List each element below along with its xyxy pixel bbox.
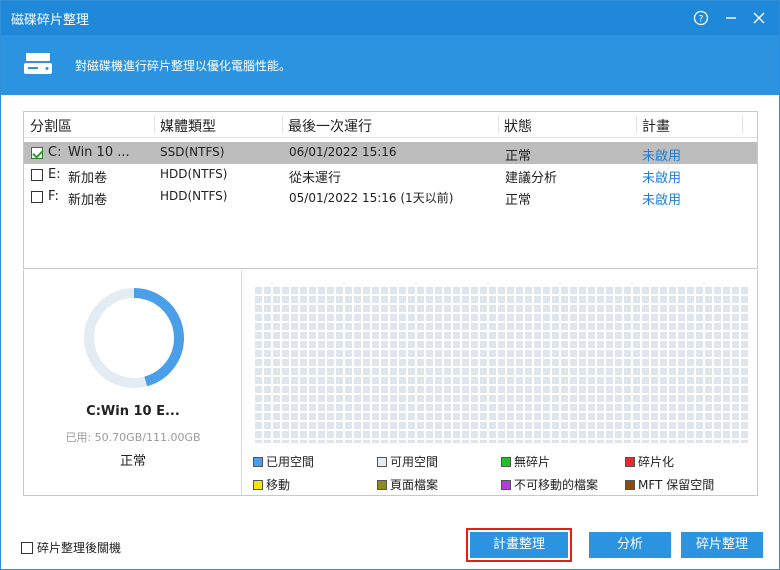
usage-donut-chart [84,288,184,388]
last-run: 06/01/2022 15:16 [289,145,397,159]
legend-moving: 移動 [253,476,290,493]
main-content: 分割區 媒體類型 最後一次運行 狀態 計畫 C: Win 10 ... SSD(… [1,95,779,569]
legend-swatch [377,480,387,490]
column-header-last-run[interactable]: 最後一次運行 [288,116,372,136]
legend-swatch [625,457,635,467]
drive-letter: C: [48,145,62,160]
row-checkbox[interactable] [31,147,43,159]
cluster-map [253,285,750,443]
cluster-map-panel: 已用空間 可用空間 無碎片 碎片化 移動 頁面檔案 不可移動的檔案 MFT 保留… [243,270,757,495]
legend-fragmented: 碎片化 [625,453,674,470]
analyze-button[interactable]: 分析 [589,532,671,558]
legend-swatch [501,480,511,490]
column-header-schedule[interactable]: 計畫 [642,116,670,136]
drive-letter: E: [48,167,61,182]
close-icon[interactable] [747,7,771,29]
schedule-link[interactable]: 未啟用 [642,167,681,186]
column-header-partition[interactable]: 分割區 [30,116,72,136]
checkbox-box[interactable] [21,542,33,554]
schedule-defrag-button[interactable]: 計畫整理 [466,528,572,562]
shutdown-after-defrag-checkbox[interactable]: 碎片整理後關機 [21,539,121,556]
row-checkbox[interactable] [31,191,43,203]
last-run: 從未運行 [289,171,342,186]
legend-mft-reserved: MFT 保留空間 [625,476,714,493]
legend-swatch [253,457,263,467]
legend-swatch [501,457,511,467]
volume-name: Win 10 ... [68,145,130,160]
window-title: 磁碟碎片整理 [11,13,90,28]
legend-swatch [377,457,387,467]
selected-volume-name: C:Win 10 E... [86,404,180,419]
header-banner: 對磁碟機進行碎片整理以優化電腦性能。 [1,35,779,95]
svg-text:?: ? [699,15,704,25]
legend-swatch [625,480,635,490]
legend-page-file: 頁面檔案 [377,476,438,493]
partition-table: 分割區 媒體類型 最後一次運行 狀態 計畫 C: Win 10 ... SSD(… [23,111,758,269]
defrag-button[interactable]: 碎片整理 [681,532,763,558]
volume-name: 新加卷 [68,193,108,208]
status: 建議分析 [505,171,558,186]
legend-used: 已用空間 [253,453,314,470]
disk-icon [24,53,52,74]
table-row[interactable]: C: Win 10 ... SSD(NTFS) 06/01/2022 15:16… [24,142,757,164]
volume-name: 新加卷 [68,171,108,186]
volume-status: 正常 [119,454,146,469]
defrag-window: 磁碟碎片整理 ? 對磁碟機進行碎片整理以優化電腦性能。 分割區 媒體類型 最後一 [0,0,780,570]
details-panel: C:Win 10 E... 已用: 50.70GB/111.00GB 正常 已用… [23,270,758,496]
minimize-icon[interactable] [719,7,743,29]
media-type: HDD(NTFS) [160,167,228,181]
used-space-text: 已用: 50.70GB/111.00GB [65,431,201,444]
table-header: 分割區 媒體類型 最後一次運行 狀態 計畫 [24,112,757,138]
title-bar: 磁碟碎片整理 ? [1,1,779,35]
schedule-link[interactable]: 未啟用 [642,145,681,164]
status: 正常 [505,193,532,208]
legend-swatch [253,480,263,490]
drive-letter: F: [48,189,59,204]
schedule-link[interactable]: 未啟用 [642,189,681,208]
status: 正常 [505,149,532,164]
table-row[interactable]: F: 新加卷 HDD(NTFS) 05/01/2022 15:16 (1天以前)… [24,186,757,208]
legend-unmovable: 不可移動的檔案 [501,476,598,493]
column-header-status[interactable]: 狀態 [504,116,532,136]
column-header-media[interactable]: 媒體類型 [160,116,216,136]
legend-not-fragmented: 無碎片 [501,453,550,470]
volume-summary: C:Win 10 E... 已用: 50.70GB/111.00GB 正常 [24,270,242,495]
last-run: 05/01/2022 15:16 (1天以前) [289,191,454,205]
media-type: SSD(NTFS) [160,145,225,159]
banner-description: 對磁碟機進行碎片整理以優化電腦性能。 [75,59,292,73]
row-checkbox[interactable] [31,169,43,181]
media-type: HDD(NTFS) [160,189,228,203]
legend-free: 可用空間 [377,453,438,470]
table-row[interactable]: E: 新加卷 HDD(NTFS) 從未運行 建議分析 未啟用 [24,164,757,186]
help-icon[interactable]: ? [689,7,713,29]
